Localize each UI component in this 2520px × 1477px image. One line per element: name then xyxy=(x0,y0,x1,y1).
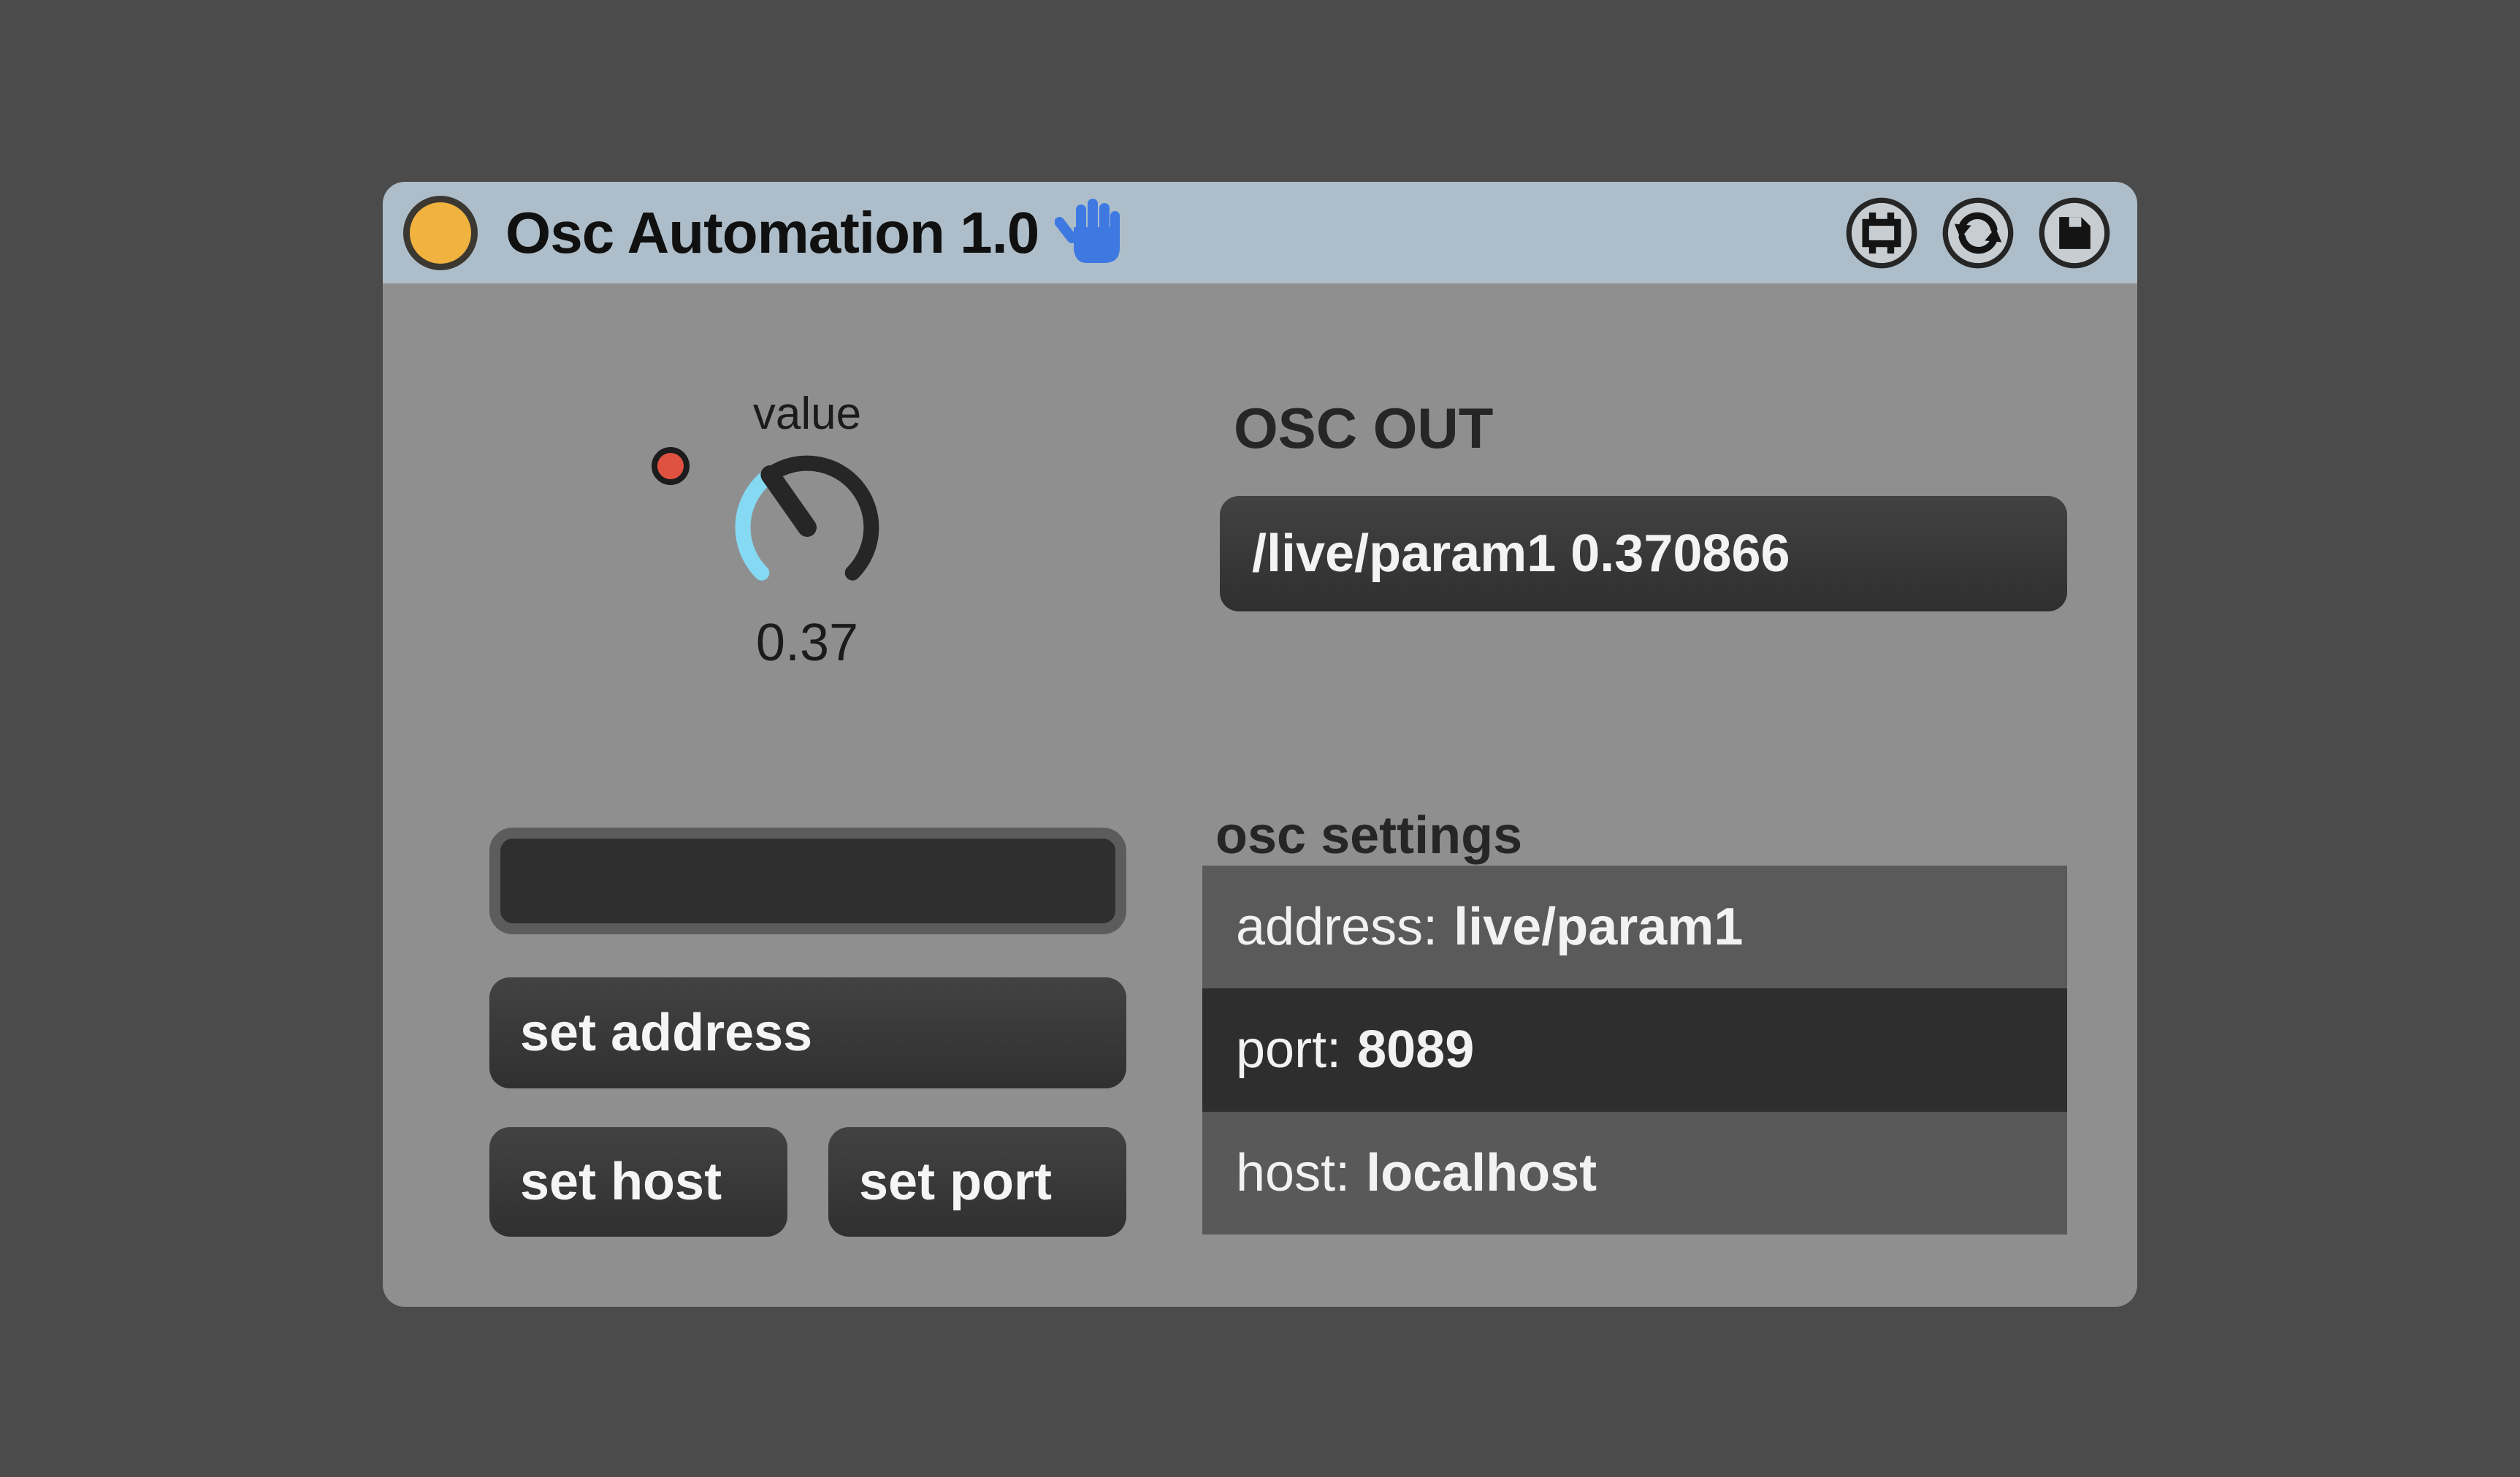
settings-port-label: port: xyxy=(1236,1020,1341,1080)
settings-row-host: host: localhost xyxy=(1202,1112,2067,1234)
frame-icon xyxy=(1844,195,1920,271)
osc-settings-panel: address: live/param1 port: 8089 host: lo… xyxy=(1202,866,2067,1234)
osc-out-message-box[interactable]: /live/param1 0.370866 xyxy=(1220,496,2067,611)
dial-value-readout: 0.37 xyxy=(661,613,953,673)
titlebar-buttons xyxy=(1844,195,2112,271)
device-activator-led[interactable] xyxy=(403,196,478,270)
settings-address-label: address: xyxy=(1236,897,1437,957)
presentation-mode-button[interactable] xyxy=(1844,195,1920,271)
settings-host-label: host: xyxy=(1236,1143,1350,1203)
settings-address-value: live/param1 xyxy=(1454,897,1743,957)
set-address-button[interactable]: set address xyxy=(489,977,1126,1088)
settings-port-value: 8089 xyxy=(1357,1020,1474,1080)
window-title: Osc Automation 1.0 xyxy=(505,199,1039,267)
save-button[interactable] xyxy=(2036,195,2112,271)
device-window: Osc Automation 1.0 xyxy=(383,182,2137,1307)
floppy-icon xyxy=(2036,195,2112,271)
titlebar[interactable]: Osc Automation 1.0 xyxy=(383,182,2137,283)
set-host-button[interactable]: set host xyxy=(489,1127,787,1237)
set-port-button[interactable]: set port xyxy=(828,1127,1126,1237)
address-input[interactable] xyxy=(489,828,1126,934)
settings-row-port: port: 8089 xyxy=(1202,988,2067,1111)
value-dial[interactable] xyxy=(709,429,906,626)
settings-host-value: localhost xyxy=(1366,1143,1597,1203)
sync-icon xyxy=(1940,195,2016,271)
osc-settings-heading: osc settings xyxy=(1215,806,1522,866)
hand-icon xyxy=(1055,195,1128,268)
led-indicator[interactable] xyxy=(652,447,690,485)
settings-row-address: address: live/param1 xyxy=(1202,866,2067,988)
osc-out-heading: OSC OUT xyxy=(1234,395,1493,462)
reload-button[interactable] xyxy=(1940,195,2016,271)
